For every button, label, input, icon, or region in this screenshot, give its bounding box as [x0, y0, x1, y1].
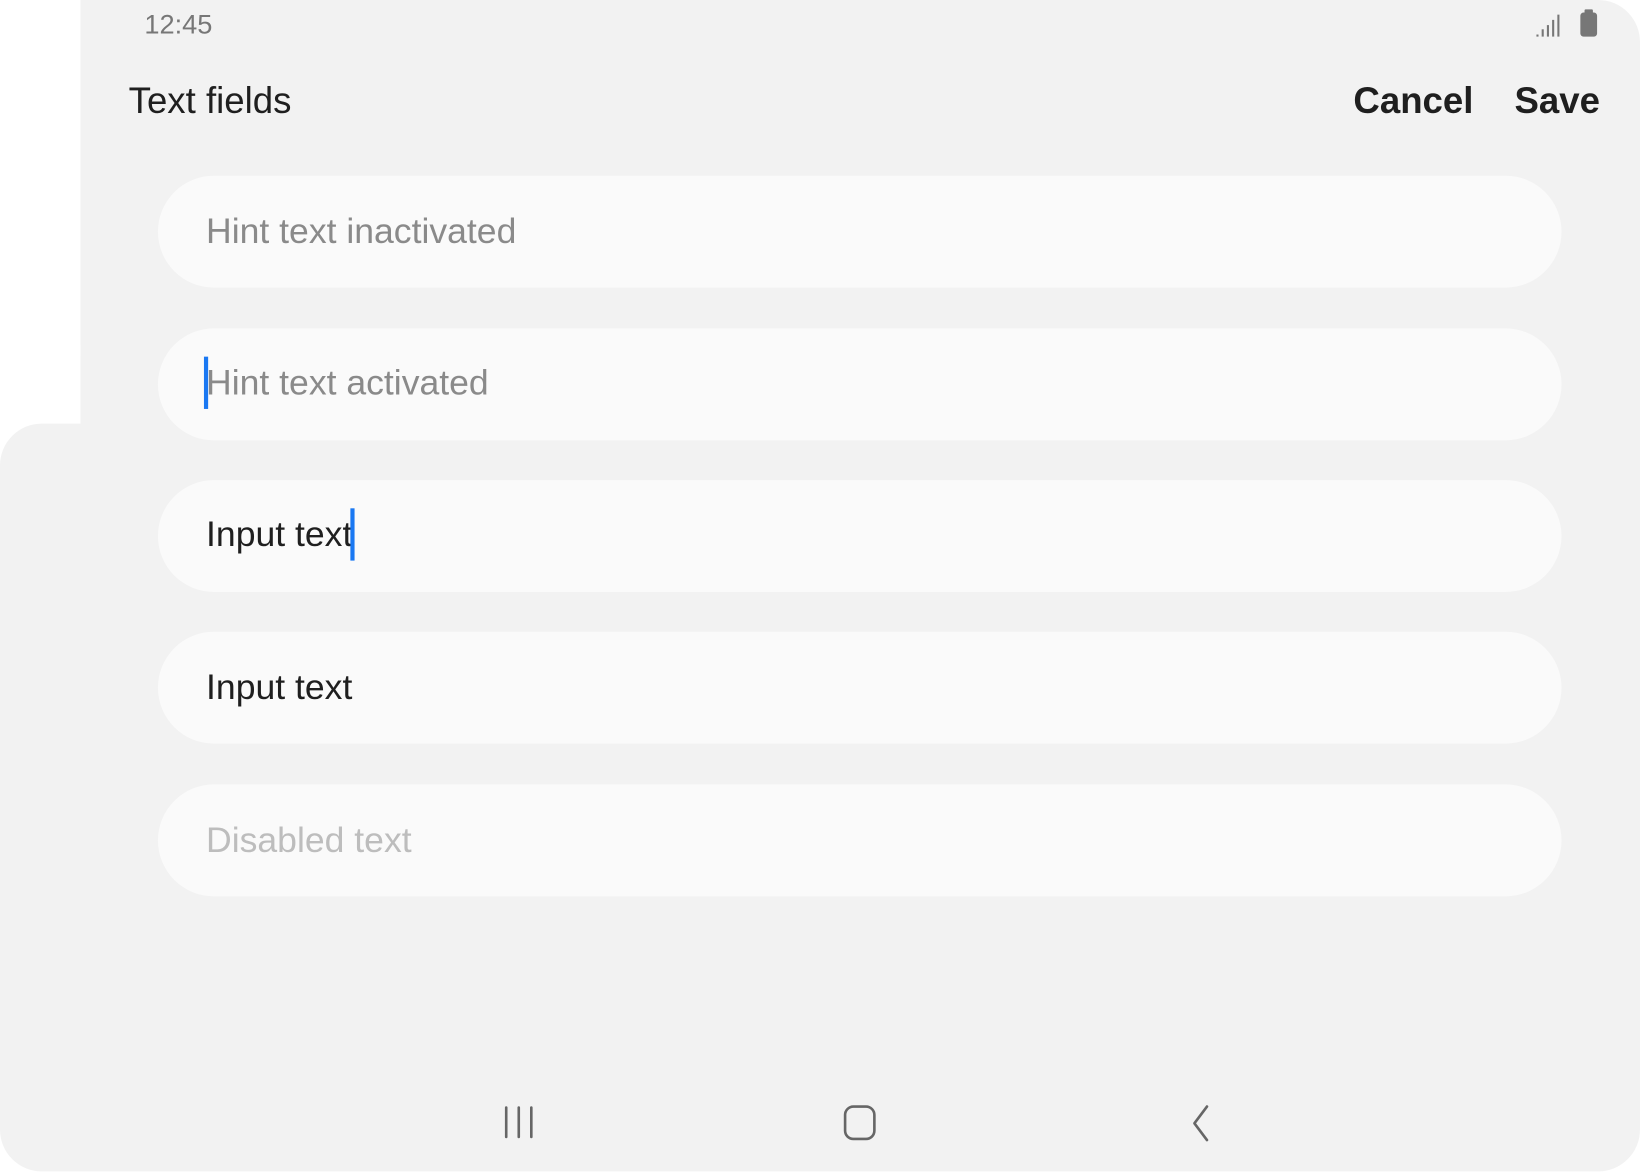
recents-button[interactable] — [502, 1101, 535, 1143]
hint-text-wrapper: Hint text activated — [203, 356, 489, 410]
page-title: Text fields — [128, 80, 292, 122]
text-field-hint-inactive[interactable]: Hint text inactivated — [157, 175, 1562, 288]
signal-icon — [1536, 14, 1560, 37]
save-button[interactable]: Save — [1514, 81, 1600, 123]
text-field-input[interactable]: Input text — [157, 631, 1562, 744]
recents-icon — [504, 1106, 533, 1139]
hint-text: Hint text inactivated — [206, 211, 517, 252]
text-cursor — [350, 507, 355, 561]
back-icon — [1193, 1105, 1209, 1142]
back-button[interactable] — [1186, 1101, 1213, 1143]
text-field-input-focused[interactable]: Input text — [157, 480, 1562, 592]
home-button[interactable] — [842, 1101, 878, 1143]
input-text-wrapper: Input text — [206, 507, 355, 562]
status-time: 12:45 — [144, 8, 213, 40]
battery-icon — [1580, 9, 1598, 37]
disabled-text: Disabled text — [206, 819, 412, 860]
screen: 12:45 Text fields Cancel Save Hint text … — [0, 0, 1640, 1172]
screen-cutout — [0, 345, 81, 429]
home-icon — [843, 1105, 876, 1141]
input-text: Input text — [206, 667, 353, 708]
text-cursor — [203, 356, 209, 409]
text-field-disabled: Disabled text — [157, 784, 1562, 897]
text-field-hint-active[interactable]: Hint text activated — [157, 328, 1562, 441]
cancel-button[interactable]: Cancel — [1353, 81, 1473, 123]
hint-text: Hint text activated — [206, 362, 489, 403]
input-text: Input text — [206, 514, 353, 554]
